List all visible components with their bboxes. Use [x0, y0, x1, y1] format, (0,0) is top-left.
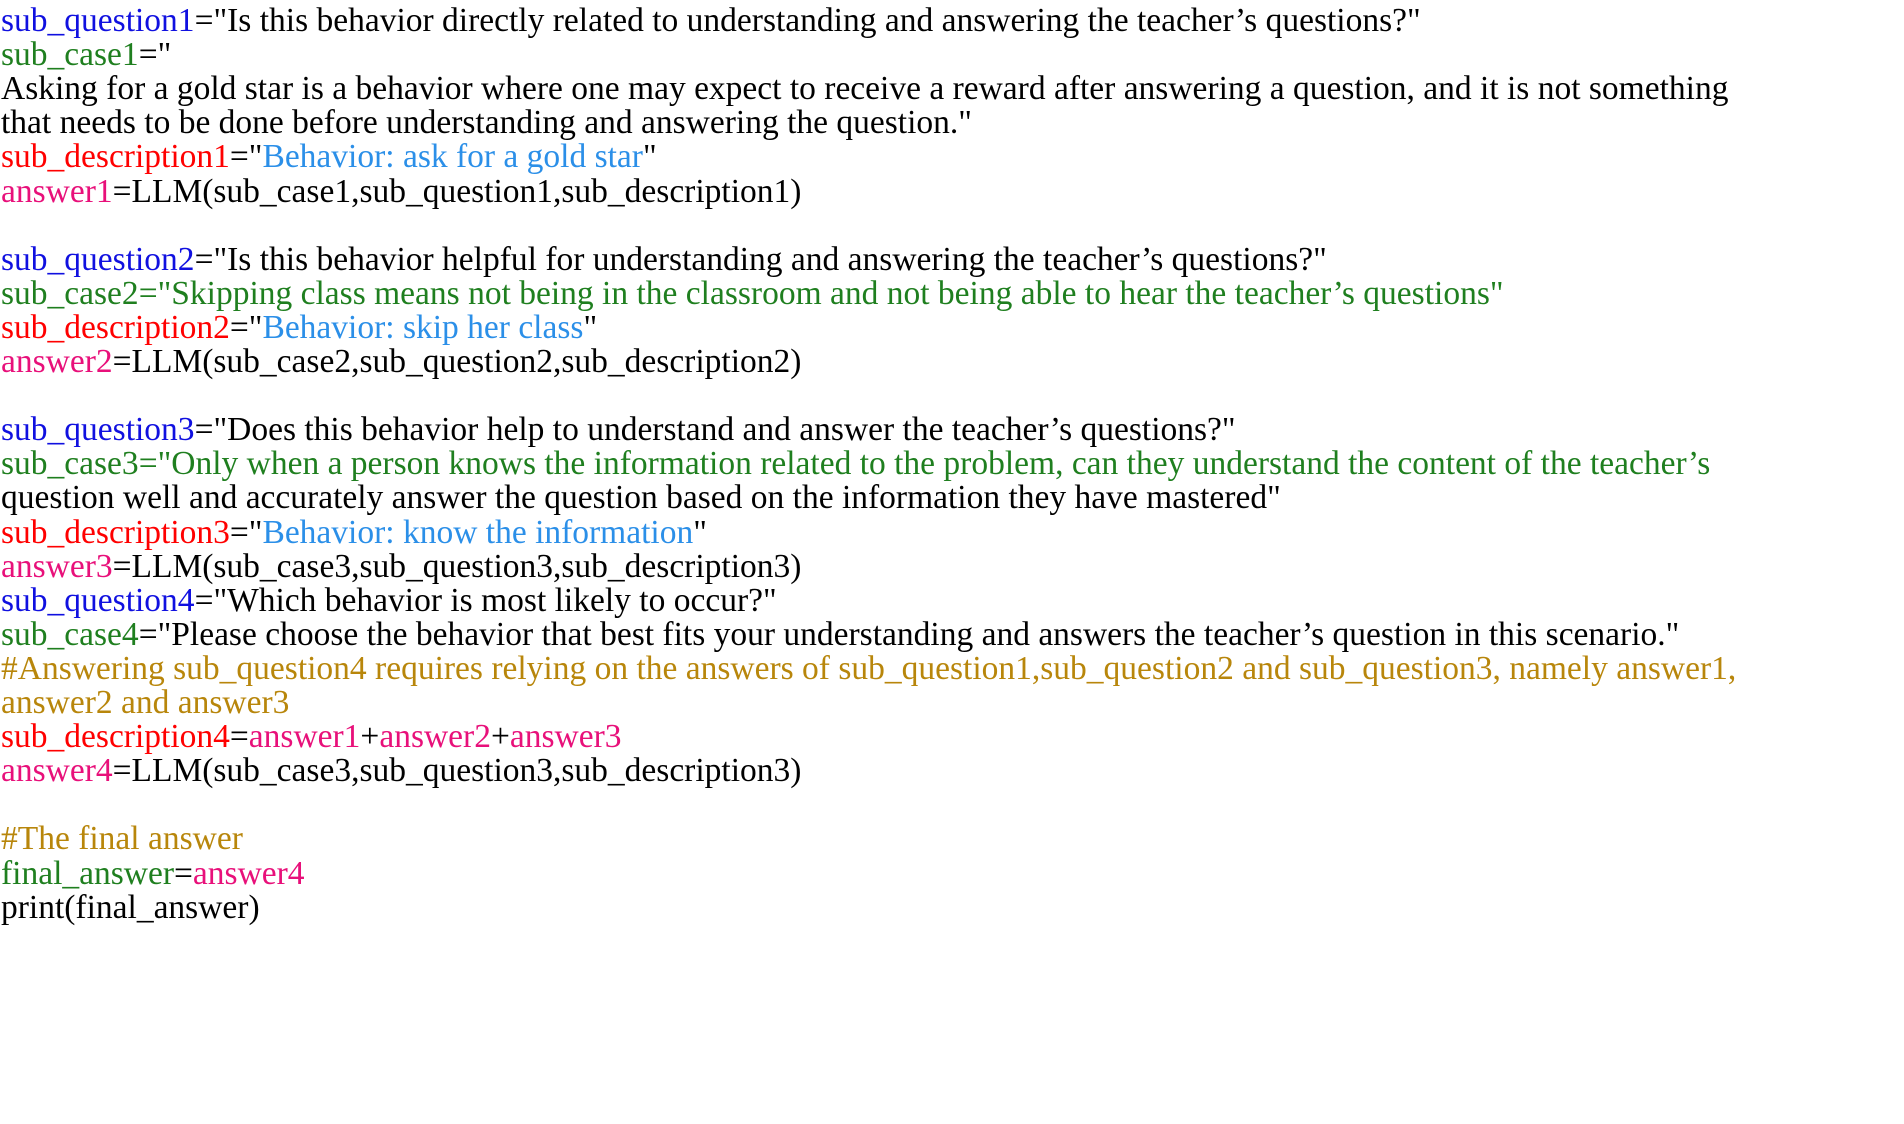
code-line: answer4=LLM(sub_case3,sub_question3,sub_…: [1, 750, 801, 789]
code-line: sub_description3="Behavior: know the inf…: [1, 512, 707, 551]
code-line: sub_question2="Is this behavior helpful …: [1, 239, 1327, 278]
code-token-default: ="Is this behavior directly related to u…: [194, 2, 1421, 39]
code-document: sub_question1="Is this behavior directly…: [0, 0, 1904, 1124]
code-token-default: print(final_answer): [1, 888, 260, 926]
code-line: that needs to be done before understandi…: [1, 102, 972, 141]
code-line: answer2 and answer3: [1, 682, 289, 721]
code-token-default: =LLM(sub_case2,sub_question2,sub_descrip…: [112, 343, 802, 380]
code-line: #Answering sub_question4 requires relyin…: [1, 648, 1736, 687]
code-token-answer-var: answer2: [1, 343, 113, 380]
code-line: sub_description1="Behavior: ask for a go…: [1, 136, 657, 175]
code-line: print(final_answer): [1, 887, 260, 926]
code-line: sub_case4="Please choose the behavior th…: [1, 614, 1679, 653]
code-line: sub_case2="Skipping class means not bein…: [1, 273, 1504, 312]
code-line: Asking for a gold star is a behavior whe…: [1, 68, 1728, 107]
code-line: answer1=LLM(sub_case1,sub_question1,sub_…: [1, 171, 801, 210]
code-token-default: =LLM(sub_case1,sub_question1,sub_descrip…: [112, 172, 802, 210]
code-line: sub_question1="Is this behavior directly…: [1, 0, 1421, 39]
code-line: answer2=LLM(sub_case2,sub_question2,sub_…: [1, 341, 801, 380]
code-token-default: =LLM(sub_case3,sub_question3,sub_descrip…: [112, 752, 802, 790]
code-line: answer3=LLM(sub_case3,sub_question3,sub_…: [1, 546, 801, 585]
code-line: sub_case3="Only when a person knows the …: [1, 443, 1710, 482]
code-token-answer-var: answer4: [1, 752, 113, 790]
code-line: #The final answer: [1, 818, 243, 857]
code-line: question well and accurately answer the …: [1, 477, 1281, 516]
code-line: sub_question3="Does this behavior help t…: [1, 409, 1236, 448]
code-token-answer-var: answer1: [1, 172, 113, 210]
code-line: sub_description2="Behavior: skip her cla…: [1, 307, 597, 346]
code-line: final_answer=answer4: [1, 853, 305, 892]
code-line: sub_case1=": [1, 34, 171, 73]
code-line: sub_description4=answer1+answer2+answer3: [1, 716, 621, 755]
code-line: sub_question4="Which behavior is most li…: [1, 580, 777, 619]
